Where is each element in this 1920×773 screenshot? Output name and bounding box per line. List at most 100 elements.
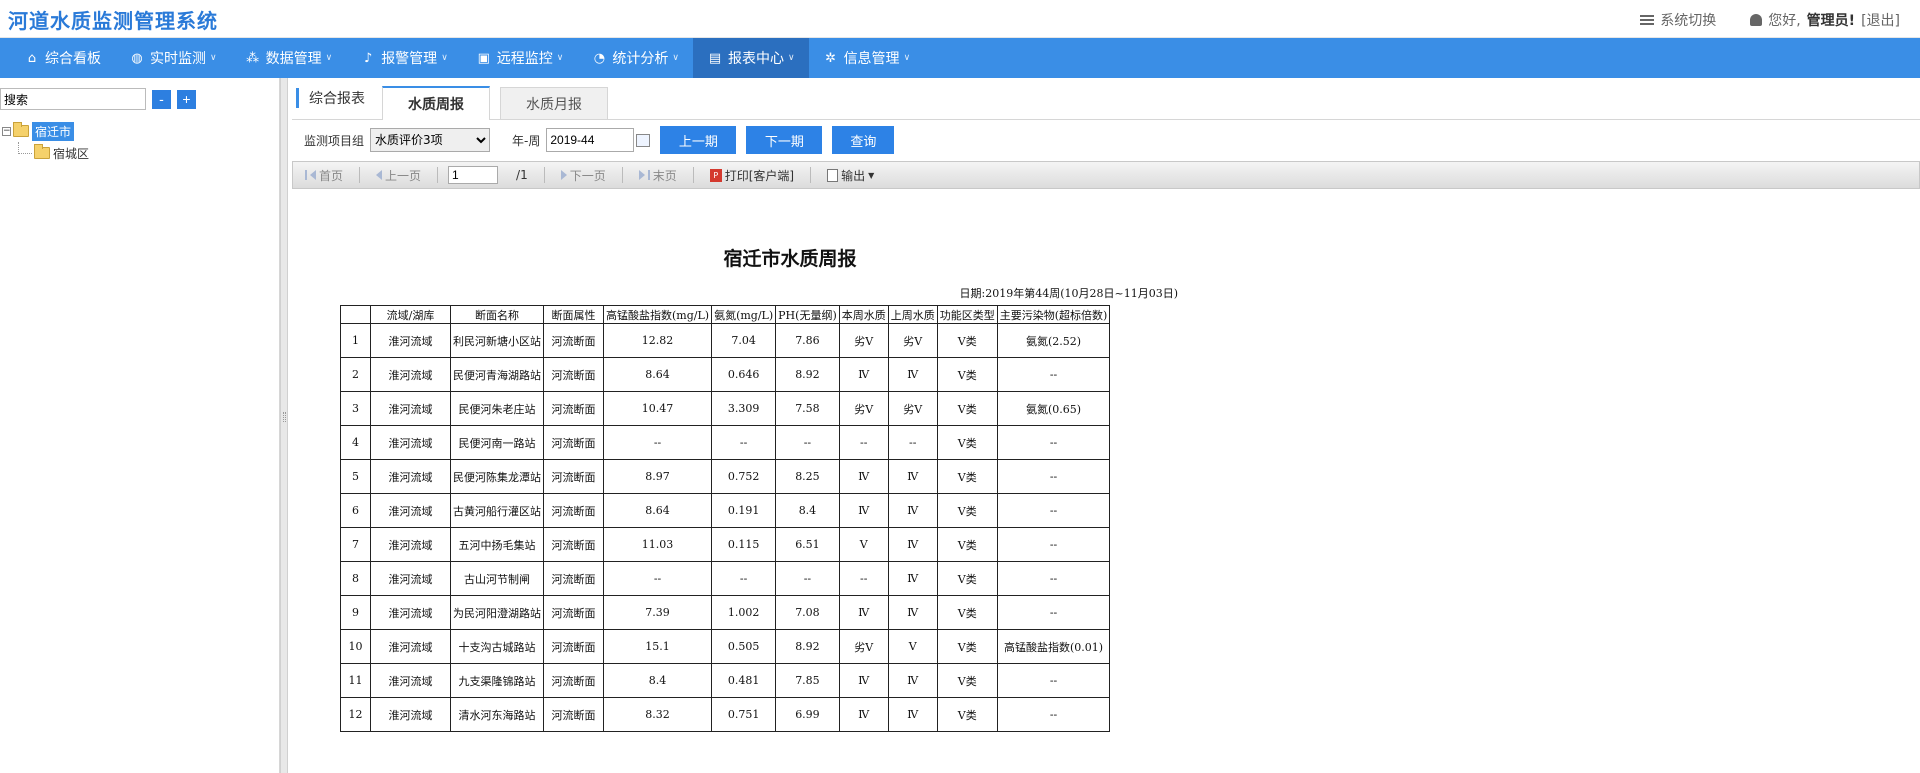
table-row: 12 淮河流域 清水河东海路站 河流断面 8.32 0.751 6.99 Ⅳ Ⅳ Ⅴ类 -- — [340, 697, 1111, 732]
gear-icon: ✲ — [825, 50, 837, 66]
table-cell: 为民河阳澄湖路站 — [450, 595, 544, 630]
nav-label: 报表中心 — [727, 51, 784, 67]
table-cell: 劣Ⅴ — [887, 391, 938, 426]
nav-item-3[interactable]: ♪ 报警管理 ∨ — [346, 38, 462, 78]
table-cell: 河流断面 — [543, 493, 604, 528]
week-input[interactable] — [546, 128, 635, 152]
home-icon: ⌂ — [27, 50, 37, 66]
table-cell: Ⅴ类 — [936, 391, 998, 426]
table-cell: Ⅴ类 — [936, 527, 998, 562]
chevron-down-icon: ∨ — [441, 53, 448, 63]
group-label: 监测项目组 — [304, 133, 365, 148]
collapse-button[interactable]: - — [152, 89, 171, 109]
query-button[interactable]: 查询 — [832, 126, 895, 154]
table-cell: Ⅳ — [887, 697, 938, 732]
table-cell: -- — [996, 697, 1111, 732]
expand-button[interactable]: + — [177, 89, 196, 109]
panel-splitter[interactable] — [280, 78, 288, 773]
nav-item-0[interactable]: ⌂ 综合看板 — [10, 38, 115, 78]
table-cell: 0.751 — [711, 697, 777, 732]
table-cell: Ⅴ — [838, 527, 889, 562]
table-cell: -- — [996, 561, 1111, 596]
table-cell: 7.58 — [775, 391, 840, 426]
first-page-button[interactable]: 首页 — [299, 167, 349, 184]
table-cell: Ⅳ — [887, 459, 938, 494]
collapse-node-icon[interactable]: − — [2, 126, 11, 136]
table-cell: 淮河流域 — [370, 493, 451, 528]
table-cell: Ⅳ — [838, 663, 889, 698]
tab-monthly-report[interactable]: 水质月报 — [500, 87, 608, 119]
table-cell: 高锰酸盐指数(0.01) — [996, 629, 1111, 664]
page-number-input[interactable] — [448, 166, 499, 184]
calendar-icon[interactable] — [636, 133, 651, 147]
table-cell: 8.92 — [775, 629, 840, 664]
prev-period-button[interactable]: 上一期 — [660, 126, 737, 154]
table-cell: 河流断面 — [543, 629, 604, 664]
user-icon — [1750, 14, 1763, 26]
table-cell: 0.115 — [711, 527, 777, 562]
grip-icon — [283, 411, 286, 422]
table-cell: -- — [711, 561, 777, 596]
table-cell: 0.481 — [711, 663, 777, 698]
list-icon[interactable] — [1640, 15, 1655, 25]
top-header: 河道水质监测管理系统 系统切换 您好, 管理员! [退出] — [0, 0, 1920, 38]
table-cell: 10 — [340, 629, 371, 664]
tab-weekly-report[interactable]: 水质周报 — [382, 86, 490, 120]
tree-node-sucheng[interactable]: 宿城区 — [2, 142, 279, 164]
table-cell: 河流断面 — [543, 425, 604, 460]
tree-search-input[interactable] — [0, 88, 146, 110]
table-cell: Ⅳ — [838, 595, 889, 630]
table-row: 1 淮河流域 利民河新塘小区站 河流断面 12.82 7.04 7.86 劣Ⅴ 劣Ⅴ Ⅴ类 氨氮(2… — [340, 323, 1111, 358]
tree-node-label[interactable]: 宿迁市 — [32, 121, 75, 141]
table-cell: 淮河流域 — [370, 629, 451, 664]
app-title: 河道水质监测管理系统 — [8, 9, 218, 33]
system-switch-link[interactable]: 系统切换 — [1660, 10, 1716, 30]
column-header: 主要污染物(超标倍数) — [996, 305, 1111, 324]
logout-link[interactable]: [退出] — [1861, 10, 1900, 30]
prev-page-button[interactable]: 上一页 — [370, 167, 427, 184]
nav-item-6[interactable]: ▤ 报表中心 ∨ — [692, 38, 809, 78]
print-button[interactable]: P 打印[客户端] — [704, 167, 800, 184]
table-cell: 民便河青海湖路站 — [450, 357, 544, 392]
nav-item-5[interactable]: ◔ 统计分析 ∨ — [577, 38, 693, 78]
table-cell: Ⅳ — [887, 493, 938, 528]
table-row: 8 淮河流域 古山河节制闸 河流断面 -- -- -- -- Ⅳ Ⅴ类 -- — [340, 561, 1111, 596]
table-cell: 劣Ⅴ — [887, 323, 938, 358]
table-cell: 7.39 — [602, 595, 713, 630]
tree-node-suqian[interactable]: − 宿迁市 — [2, 120, 279, 142]
nav-item-2[interactable]: ⁂ 数据管理 ∨ — [231, 38, 347, 78]
filter-bar: 监测项目组 水质评价3项 年-周 上一期 下一期 查询 — [292, 120, 1920, 160]
table-row: 3 淮河流域 民便河朱老庄站 河流断面 10.47 3.309 7.58 劣Ⅴ 劣Ⅴ Ⅴ类 氨氮(0… — [340, 391, 1111, 426]
column-header: 氨氮(mg/L) — [711, 305, 777, 324]
table-cell: -- — [711, 425, 777, 460]
table-cell: 河流断面 — [543, 323, 604, 358]
table-cell: 1.002 — [711, 595, 777, 630]
table-cell: Ⅳ — [887, 527, 938, 562]
next-page-button[interactable]: 下一页 — [555, 167, 612, 184]
last-page-button[interactable]: 末页 — [633, 167, 683, 184]
nav-item-7[interactable]: ✲ 信息管理 ∨ — [809, 38, 925, 78]
table-cell: -- — [996, 459, 1111, 494]
table-cell: Ⅳ — [887, 663, 938, 698]
nav-item-4[interactable]: ▣ 远程监控 ∨ — [462, 38, 578, 78]
table-cell: Ⅳ — [838, 697, 889, 732]
table-cell: -- — [602, 425, 713, 460]
table-cell: 9 — [340, 595, 371, 630]
table-cell: 6.99 — [775, 697, 840, 732]
table-cell: Ⅳ — [887, 561, 938, 596]
table-cell: -- — [996, 357, 1111, 392]
table-cell: Ⅳ — [838, 459, 889, 494]
chevron-down-icon: ∨ — [556, 53, 564, 63]
table-cell: 8 — [340, 561, 371, 596]
export-button[interactable]: 输出 ▼ — [821, 167, 880, 184]
group-select[interactable]: 水质评价3项 — [370, 128, 491, 152]
table-cell: 河流断面 — [543, 595, 604, 630]
table-cell: 河流断面 — [543, 527, 604, 562]
nav-label: 综合看板 — [45, 51, 101, 67]
table-cell: 淮河流域 — [370, 425, 451, 460]
next-period-button[interactable]: 下一期 — [746, 126, 823, 154]
table-cell: Ⅴ类 — [936, 663, 998, 698]
table-cell: 3.309 — [711, 391, 777, 426]
tree-node-label[interactable]: 宿城区 — [53, 145, 89, 162]
nav-item-1[interactable]: ◍ 实时监测 ∨ — [115, 38, 231, 78]
